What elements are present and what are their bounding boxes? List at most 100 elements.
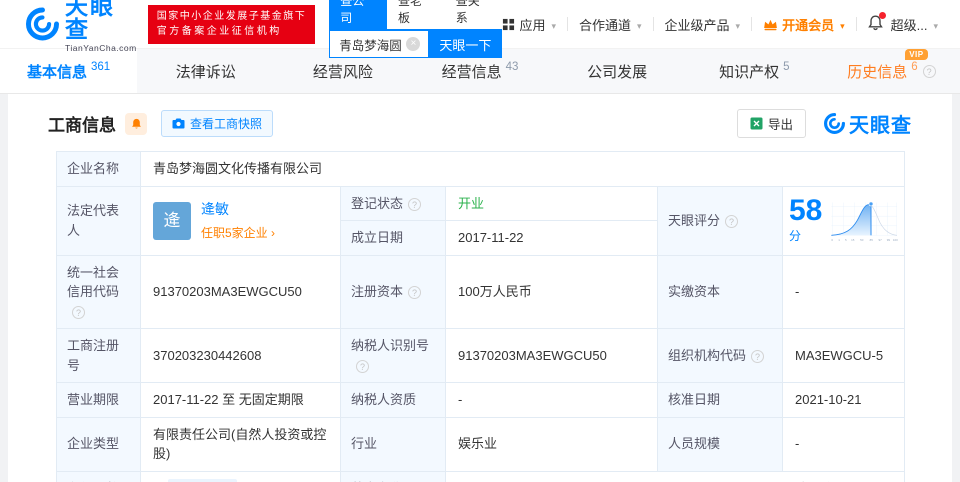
label-english-name: 英文名称 xyxy=(340,470,446,482)
tab-intellectual-property[interactable]: 知识产权 5 xyxy=(686,49,823,93)
help-icon[interactable] xyxy=(408,197,422,211)
crown-icon xyxy=(764,19,777,30)
chevron-down-icon xyxy=(549,17,556,32)
notification-bell[interactable] xyxy=(867,11,886,34)
legal-rep-name-link[interactable]: 逄敏 xyxy=(201,199,275,220)
tab-label: 经营信息 xyxy=(441,63,502,81)
label-taxpayer-id: 纳税人识别号 xyxy=(340,328,446,383)
help-icon[interactable] xyxy=(922,64,936,78)
business-snapshot-button[interactable]: 查看工商快照 xyxy=(161,110,274,137)
badge-line2: 官方备案企业征信机构 xyxy=(156,26,282,37)
tianyancha-watermark: 天眼查 xyxy=(824,109,912,138)
search-tab-boss[interactable]: 查老板 xyxy=(387,0,445,29)
label-reg-status: 登记状态 xyxy=(340,185,446,221)
tab-label: 历史信息 xyxy=(847,63,908,81)
table-row: 营业期限 2017-11-22 至 无固定期限 纳税人资质 - 核准日期 202… xyxy=(56,382,906,418)
annual-report-link[interactable]: 2023年报 xyxy=(168,478,238,482)
label-reg-capital: 注册资本 xyxy=(340,254,446,329)
chevron-down-icon xyxy=(635,17,642,32)
svg-text:50: 50 xyxy=(860,237,864,241)
help-icon[interactable] xyxy=(356,359,369,373)
snapshot-button-label: 查看工商快照 xyxy=(190,117,263,131)
table-row: 企业名称 青岛梦海圆文化传播有限公司 xyxy=(56,151,906,187)
tab-label: 知识产权 xyxy=(719,63,780,81)
table-row: 企业类型 有限责任公司(自然人投资或控股) 行业 娱乐业 人员规模 - xyxy=(56,416,906,472)
logo-text: 天眼查 TianYanCha.com xyxy=(65,0,138,53)
value-paid-capital: - xyxy=(781,254,906,329)
divider xyxy=(652,17,654,31)
tab-basic-info[interactable]: 基本信息 361 xyxy=(0,49,138,93)
label-legal-rep: 法定代表人 xyxy=(56,185,141,256)
menu-apps[interactable]: 应用 xyxy=(502,15,556,34)
bell-icon xyxy=(131,118,141,129)
logo-subtitle: TianYanCha.com xyxy=(64,43,137,53)
value-reg-number: 370203230442608 xyxy=(140,328,341,383)
menu-vip-label: 开通会员 xyxy=(782,17,835,33)
value-establish-date: 2017-11-22 xyxy=(445,220,658,256)
table-row: 统一社会信用代码 91370203MA3EWGCU50 注册资本 100万人民币… xyxy=(56,254,906,329)
label-establish-date: 成立日期 xyxy=(340,220,446,256)
value-credit-code: 91370203MA3EWGCU50 xyxy=(140,254,341,329)
chevron-down-icon xyxy=(931,17,938,32)
value-taxpayer-quality: - xyxy=(445,382,658,418)
value-insured-count: 02023年报 xyxy=(140,470,341,482)
export-button[interactable]: 导出 xyxy=(736,109,806,138)
value-reg-status: 开业 xyxy=(445,185,658,221)
help-icon[interactable] xyxy=(408,286,422,299)
help-icon[interactable] xyxy=(751,349,765,363)
business-info-table: 企业名称 青岛梦海圆文化传播有限公司 法定代表人 逄 逄敏 任职5家企业 登记状… xyxy=(56,151,906,482)
chevron-down-icon xyxy=(734,17,741,32)
help-icon[interactable] xyxy=(72,305,85,319)
svg-text:97: 97 xyxy=(878,237,882,241)
divider xyxy=(855,17,857,31)
official-certification-badge: 国家中小企业发展子基金旗下 官方备案企业征信机构 xyxy=(147,4,316,44)
table-row: 参保人数 02023年报 英文名称 Qingdao Menghaiyuan Cu… xyxy=(56,470,906,482)
value-staff-size: - xyxy=(781,416,906,472)
label-paid-capital: 实缴资本 xyxy=(657,254,783,329)
score-number: 58 xyxy=(789,193,823,227)
badge-line1: 国家中小企业发展子基金旗下 xyxy=(156,10,307,22)
tab-count: 6 xyxy=(911,61,918,73)
svg-text:100: 100 xyxy=(893,237,898,241)
search-tab-relation[interactable]: 查关系 xyxy=(445,0,503,29)
tab-label: 法律诉讼 xyxy=(175,63,236,81)
tab-legal-litigation[interactable]: 法律诉讼 xyxy=(137,49,274,93)
value-approval-date: 2021-10-21 xyxy=(781,382,906,418)
legal-rep-avatar[interactable]: 逄 xyxy=(153,201,191,240)
svg-text:1: 1 xyxy=(838,237,840,241)
tab-company-development[interactable]: 公司发展 xyxy=(549,49,686,93)
svg-text:0: 0 xyxy=(831,237,833,241)
search-tab-company[interactable]: 查公司 xyxy=(329,0,387,29)
label-insured-count: 参保人数 xyxy=(56,470,141,482)
value-industry: 娱乐业 xyxy=(445,416,658,472)
logo-title: 天眼查 xyxy=(64,0,115,42)
content-card: 工商信息 查看工商快照 导出 天眼查 企业名称 青岛梦海圆文化传播有限公司 法定… xyxy=(8,94,952,482)
menu-enterprise-products[interactable]: 企业级产品 xyxy=(665,15,741,34)
vip-badge: VIP xyxy=(905,48,928,60)
search-button[interactable]: 天眼一下 xyxy=(428,30,503,58)
tianyancha-logo[interactable]: 天眼查 TianYanCha.com xyxy=(26,0,138,53)
menu-cooperation[interactable]: 合作通道 xyxy=(579,15,642,34)
value-company-type: 有限责任公司(自然人投资或控股) xyxy=(140,416,341,472)
menu-account[interactable]: 超级... xyxy=(891,15,938,34)
label-credit-code: 统一社会信用代码 xyxy=(56,254,141,329)
export-button-label: 导出 xyxy=(767,118,793,132)
svg-text:15: 15 xyxy=(851,237,855,241)
value-taxpayer-id: 91370203MA3EWGCU50 xyxy=(445,328,658,383)
label-taxpayer-quality: 纳税人资质 xyxy=(340,382,446,418)
monitor-bell-button[interactable] xyxy=(125,112,147,135)
label-reg-number: 工商注册号 xyxy=(56,328,141,383)
label-business-term: 营业期限 xyxy=(56,382,141,418)
help-icon[interactable] xyxy=(725,214,739,228)
legal-rep-positions-link[interactable]: 任职5家企业 xyxy=(201,226,275,240)
menu-open-vip[interactable]: 开通会员 xyxy=(763,15,845,34)
svg-text:85: 85 xyxy=(869,237,873,241)
watermark-text: 天眼查 xyxy=(849,115,912,137)
svg-text:5: 5 xyxy=(845,237,847,241)
tab-history-info[interactable]: 历史信息6 VIP xyxy=(823,48,960,93)
label-company-name: 企业名称 xyxy=(56,151,141,187)
divider xyxy=(566,17,568,31)
tab-label: 基本信息 xyxy=(26,63,87,81)
value-org-code: MA3EWGCU-5 xyxy=(781,328,906,383)
tab-count: 5 xyxy=(783,61,790,73)
